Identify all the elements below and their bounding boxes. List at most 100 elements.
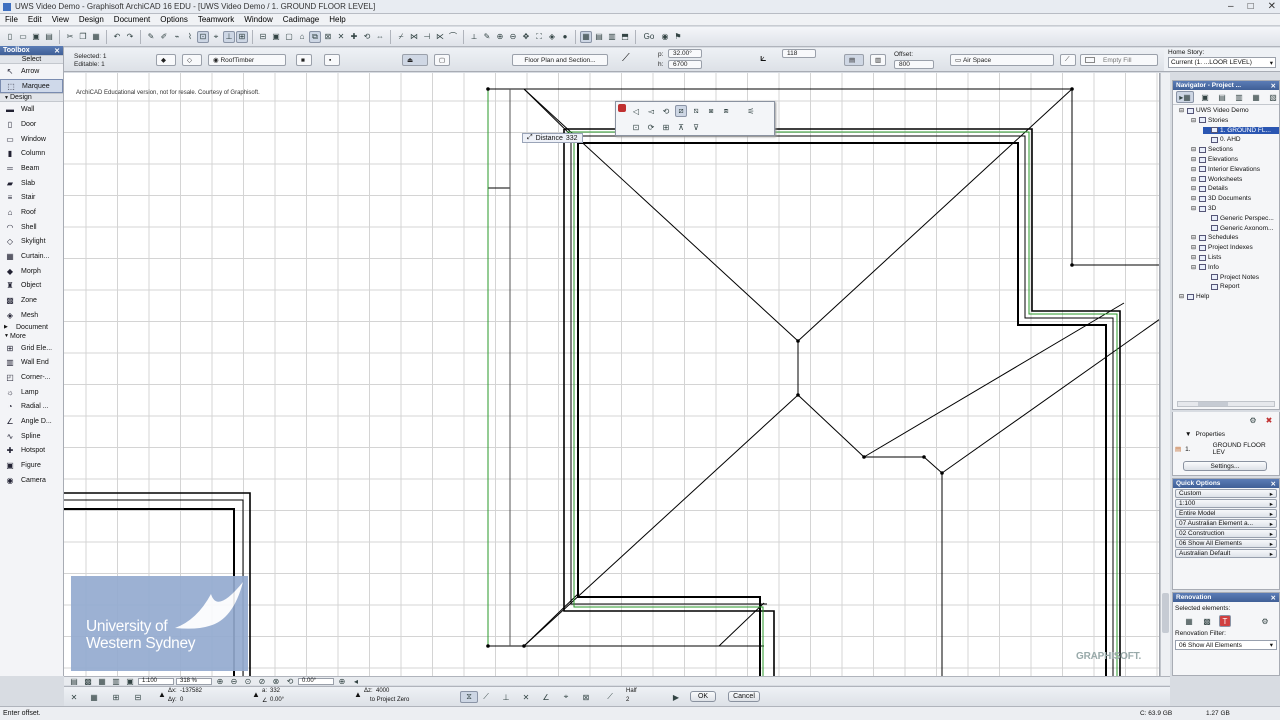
settings-icon[interactable]: ▧ [1267, 91, 1279, 103]
pan-icon[interactable]: ✥ [520, 31, 532, 43]
guide-icon[interactable]: ⊥ [223, 30, 235, 43]
pet-insert-icon[interactable]: ⧆ [705, 105, 717, 117]
menu-options[interactable]: Options [155, 15, 193, 24]
tree-item[interactable]: ⊟ UWS Video Demo [1179, 107, 1249, 114]
trim-icon[interactable]: ⌿ [395, 31, 407, 43]
parallel-icon[interactable]: ⟋ [480, 691, 492, 703]
expand-icon[interactable]: ⊟ [1191, 244, 1197, 251]
navigator-delete-icon[interactable]: ✖ [1263, 414, 1275, 426]
zoom-area-icon[interactable]: ⊠ [580, 691, 592, 703]
a-value[interactable]: 332 [270, 688, 280, 694]
close-icon[interactable]: ✕ [1271, 480, 1276, 488]
expand-icon[interactable]: ⊟ [1191, 185, 1197, 192]
roof-type-dropdown[interactable]: ◉ RoofTimber [208, 54, 286, 66]
close-icon[interactable]: ✕ [1271, 594, 1276, 602]
project-map-icon[interactable]: ▸▦ [1176, 91, 1194, 103]
zoom-field[interactable]: 318 % [176, 677, 212, 685]
close-icon[interactable]: ✕ [1271, 82, 1276, 90]
tool-morph[interactable]: ◆ Morph [0, 264, 63, 279]
tool-wall-end[interactable]: ▥ Wall End [0, 355, 63, 370]
mirror-icon[interactable]: ⇔ [374, 31, 386, 43]
building-material-dropdown[interactable]: ▭ Air Space [950, 54, 1054, 66]
design-section[interactable]: Design [0, 93, 63, 103]
tree-item[interactable]: ⊟ Stories [1191, 117, 1228, 124]
existing-icon[interactable]: ▦ [1183, 615, 1195, 627]
measure-icon[interactable]: ⟂ [468, 31, 480, 43]
expand-icon[interactable]: ⊟ [1191, 117, 1197, 124]
elevation-icon[interactable]: ▥ [606, 31, 618, 43]
eyedropper-icon[interactable]: ⌁ [171, 31, 183, 43]
expand-icon[interactable]: ⊟ [1191, 166, 1197, 173]
pet-mirror-icon[interactable]: ⊞ [660, 121, 672, 133]
tool-hotspot[interactable]: ✚ Hotspot [0, 444, 63, 459]
tool-skylight[interactable]: ◇ Skylight [0, 235, 63, 250]
menu-teamwork[interactable]: Teamwork [193, 15, 239, 24]
perpendicular-icon[interactable]: ⊥ [500, 691, 512, 703]
pet-offset-edge-icon[interactable]: ⧄ [675, 105, 687, 117]
pet-drag-icon[interactable]: ◁ [630, 105, 642, 117]
tree-item[interactable]: Project Notes [1203, 274, 1259, 281]
menu-window[interactable]: Window [239, 15, 277, 24]
quick-option-dropdown[interactable]: Australian Default ▸ [1175, 549, 1277, 558]
tool-slab[interactable]: ▰ Slab [0, 176, 63, 191]
grid-icon[interactable]: ▦ [88, 691, 100, 703]
tool-window[interactable]: ▭ Window [0, 132, 63, 147]
offset-field[interactable]: 800 [894, 60, 934, 69]
tool-curtain-wall[interactable]: ▦ Curtain... [0, 249, 63, 264]
thickness-field[interactable]: 118 [782, 49, 816, 58]
cancel-button[interactable]: Cancel [728, 691, 760, 702]
more-section[interactable]: More [0, 331, 63, 341]
quick-option-dropdown[interactable]: 07 Australian Element a... ▸ [1175, 519, 1277, 528]
tree-item[interactable]: Generic Axonom... [1203, 225, 1273, 232]
floor-plan-icon[interactable]: ▦ [580, 30, 592, 43]
pick-up-icon[interactable]: ✎ [145, 31, 157, 43]
angle-field[interactable]: 0.00° [298, 677, 334, 685]
tool-corner-window[interactable]: ◰ Corner-... [0, 370, 63, 385]
demolish-icon[interactable]: ▩ [1201, 615, 1213, 627]
group-icon[interactable]: ▣ [270, 31, 282, 43]
cursor-snap-icon[interactable]: ⌖ [560, 691, 572, 703]
undo-icon[interactable]: ↶ [111, 31, 123, 43]
expand-icon[interactable]: ⊟ [1191, 146, 1197, 153]
angle-value[interactable]: 0.00° [270, 697, 284, 703]
tree-item[interactable]: ⊟ Project Indexes [1191, 244, 1253, 251]
menu-help[interactable]: Help [324, 15, 350, 24]
tree-item[interactable]: ⊟ Interior Elevations [1191, 166, 1260, 173]
paste-icon[interactable]: ▦ [90, 31, 102, 43]
tool-mesh[interactable]: ◈ Mesh [0, 308, 63, 323]
tree-item[interactable]: ⊟ Worksheets [1191, 176, 1242, 183]
fillet-icon[interactable]: ⌒ [447, 31, 459, 43]
tree-item[interactable]: ⊟ Lists [1191, 254, 1221, 261]
tool-zone[interactable]: ▩ Zone [0, 293, 63, 308]
expand-icon[interactable]: ⊟ [1191, 156, 1197, 163]
height-field[interactable]: 6700 [668, 60, 702, 69]
intersect-icon[interactable]: ⋉ [434, 31, 446, 43]
document-section[interactable]: ▶ Document [0, 322, 63, 332]
3d-window-icon[interactable]: ⬒ [619, 31, 631, 43]
snap-grid-icon[interactable]: ⊞ [110, 691, 122, 703]
go-icon[interactable]: Go [640, 31, 658, 43]
zoom-out-icon[interactable]: ⊖ [507, 31, 519, 43]
sphere-icon[interactable]: ● [559, 31, 571, 43]
close-icon[interactable]: ✕ [54, 47, 60, 55]
expand-icon[interactable]: ⊟ [1191, 205, 1197, 212]
tool-grid-element[interactable]: ⊞ Grid Ele... [0, 341, 63, 356]
tool-lamp[interactable]: ☼ Lamp [0, 385, 63, 400]
layout-book-icon[interactable]: ▤ [1216, 91, 1228, 103]
ungroup-icon[interactable]: ▢ [283, 31, 295, 43]
tree-item[interactable]: 0. AHD [1203, 136, 1241, 143]
rotate-icon[interactable]: ⟲ [361, 31, 373, 43]
expand-icon[interactable]: ⊟ [1191, 234, 1197, 241]
cut-icon[interactable]: ✂ [64, 31, 76, 43]
play-icon[interactable]: ▶ [670, 691, 682, 703]
new-element-icon[interactable]: T [1219, 615, 1231, 627]
close-icon[interactable]: ✕ [1268, 1, 1276, 12]
angle-snap-icon[interactable]: ∠ [540, 691, 552, 703]
menu-edit[interactable]: Edit [23, 15, 47, 24]
tool-arrow[interactable]: ↖ Arrow [0, 64, 63, 79]
dy-value[interactable]: 0 [180, 697, 183, 703]
close-x-icon[interactable]: ✕ [68, 691, 80, 703]
maximize-icon[interactable]: □ [1248, 1, 1254, 12]
align-icon[interactable]: ⊟ [257, 31, 269, 43]
menu-document[interactable]: Document [109, 15, 155, 24]
